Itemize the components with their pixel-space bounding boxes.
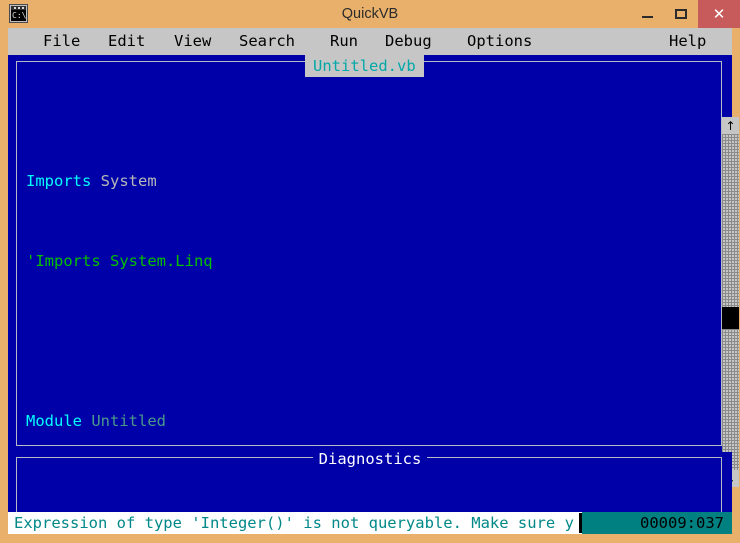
quickvb-window: C:\_ QuickVB ✕ File Edit View Search Run… <box>0 0 740 543</box>
token-imports: Imports <box>26 172 92 190</box>
minimize-button[interactable] <box>630 0 664 28</box>
diagnostics-list[interactable]: Untitled.vb(9) : error BC36593: Expressi… <box>26 470 718 512</box>
menu-item-search[interactable]: Search <box>239 28 295 55</box>
token-untitled: Untitled <box>91 412 166 430</box>
close-button[interactable]: ✕ <box>698 0 740 28</box>
menu-item-options[interactable]: Options <box>467 28 532 55</box>
status-bar: Expression of type 'Integer()' is not qu… <box>8 512 732 534</box>
cursor-position-indicator: 00009:037 <box>582 512 732 534</box>
diagnostics-panel: Diagnostics Untitled.vb(9) : error BC365… <box>8 449 732 512</box>
tab-untitled-vb[interactable]: Untitled.vb <box>305 55 424 77</box>
maximize-button[interactable] <box>664 0 698 28</box>
window-title: QuickVB <box>341 6 399 22</box>
code-line-1: Imports System <box>26 171 716 191</box>
scroll-up-icon[interactable]: ↑ <box>722 117 739 134</box>
vertical-scrollbar-thumb[interactable] <box>722 307 739 329</box>
menu-item-view[interactable]: View <box>174 28 211 55</box>
status-message: Expression of type 'Integer()' is not qu… <box>14 514 574 532</box>
diagnostics-title-label: Diagnostics <box>312 450 428 468</box>
menu-bar: File Edit View Search Run Debug Options … <box>8 28 732 55</box>
maximize-icon <box>664 0 698 28</box>
menu-item-run[interactable]: Run <box>330 28 358 55</box>
code-line-2: 'Imports System.Linq <box>26 251 716 271</box>
diagnostics-title: Diagnostics <box>17 449 723 468</box>
close-glyph: ✕ <box>712 5 726 23</box>
menu-item-file[interactable]: File <box>43 28 80 55</box>
token-module: Module <box>26 412 82 430</box>
minimize-icon <box>630 0 664 28</box>
title-bar: C:\_ QuickVB ✕ <box>0 0 740 28</box>
menu-item-debug[interactable]: Debug <box>385 28 432 55</box>
menu-item-help[interactable]: Help <box>669 28 706 55</box>
editor-window: Untitled.vb Imports System 'Imports Syst… <box>8 55 739 510</box>
code-line-4: Module Untitled <box>26 411 716 431</box>
menu-item-edit[interactable]: Edit <box>108 28 145 55</box>
token-comment-linq: 'Imports System.Linq <box>26 252 213 270</box>
token-system: System <box>100 172 157 190</box>
close-icon: ✕ <box>698 0 740 28</box>
editor-vertical-scrollbar[interactable]: ↑ ↓ <box>722 117 739 487</box>
